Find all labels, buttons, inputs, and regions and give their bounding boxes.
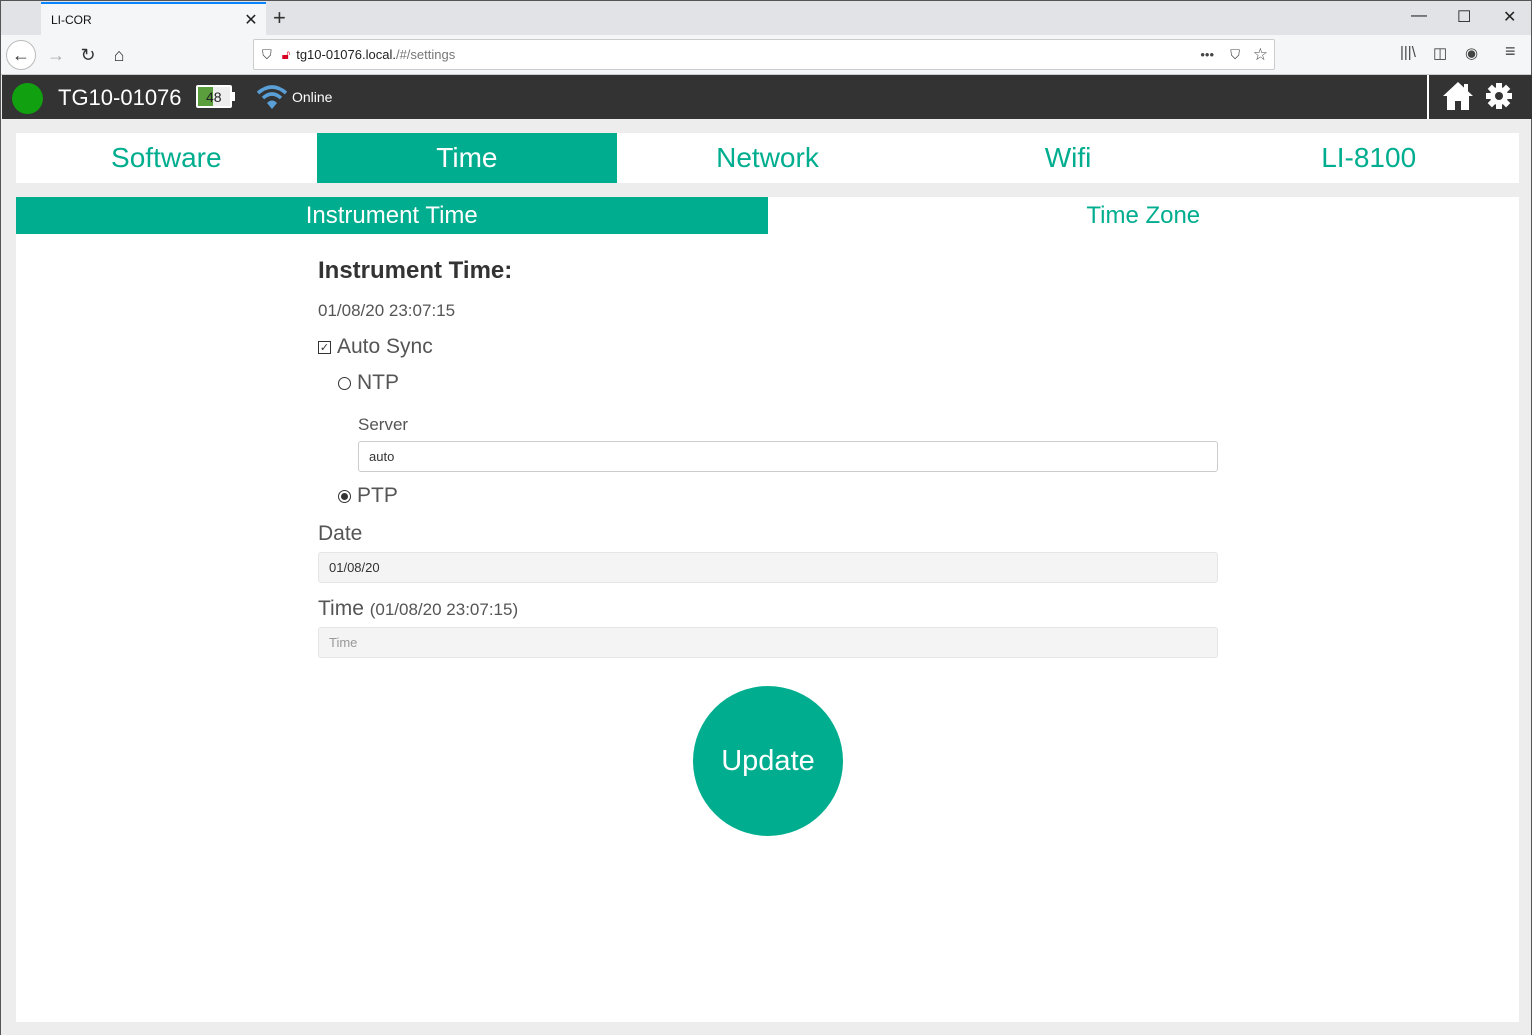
app-header: TG10-01076 48 Online <box>2 75 1532 119</box>
battery-level: 48 <box>206 89 222 105</box>
settings-gear-icon[interactable] <box>1486 83 1512 109</box>
ptp-radio[interactable]: PTP <box>338 484 1218 508</box>
device-name: TG10-01076 <box>58 85 182 110</box>
browser-tab[interactable]: LI-COR ✕ <box>41 2 266 36</box>
reload-icon[interactable]: ↻ <box>73 40 103 70</box>
tab-software[interactable]: Software <box>16 133 317 183</box>
bookmark-star-icon[interactable]: ☆ <box>1253 45 1268 65</box>
ntp-label: NTP <box>357 371 399 394</box>
server-input[interactable] <box>358 441 1218 472</box>
time-label-row: Time (01/08/20 23:07:15) <box>318 597 1218 621</box>
ptp-label: PTP <box>357 484 398 507</box>
tab-strip: LI-COR ✕ + — ☐ ✕ <box>1 0 1531 36</box>
checkbox-checked-icon[interactable]: ✓ <box>318 340 331 354</box>
tab-wifi[interactable]: Wifi <box>918 133 1219 183</box>
forward-icon[interactable]: → <box>41 40 71 70</box>
subtab-instrument-time[interactable]: Instrument Time <box>16 197 768 234</box>
section-heading: Instrument Time: <box>318 257 513 284</box>
nav-bar: ← → ↻ ⌂ ⛉ 🔓︎ tg10-01076.local./#/setting… <box>1 35 1531 75</box>
date-input[interactable] <box>318 552 1218 583</box>
battery-icon: 48 <box>196 85 235 108</box>
account-icon[interactable]: ◉ <box>1465 44 1478 62</box>
update-button[interactable]: Update <box>693 686 843 836</box>
menu-icon[interactable]: ≡ <box>1505 41 1516 62</box>
time-note: (01/08/20 23:07:15) <box>369 600 519 619</box>
close-window-icon[interactable]: ✕ <box>1503 7 1516 27</box>
tab-network[interactable]: Network <box>617 133 918 183</box>
time-input[interactable] <box>318 627 1218 658</box>
browser-tab-title: LI-COR <box>51 13 92 27</box>
radio-selected-icon[interactable] <box>338 489 351 503</box>
tab-li-8100[interactable]: LI-8100 <box>1218 133 1519 183</box>
time-panel: Instrument Time Time Zone Instrument Tim… <box>16 197 1519 1022</box>
network-status: Online <box>292 89 333 105</box>
page-actions-icon[interactable]: ••• <box>1200 47 1214 62</box>
battery-nub <box>232 92 235 101</box>
radio-unselected-icon[interactable] <box>338 376 351 390</box>
home-icon[interactable] <box>1442 81 1474 111</box>
url-path: /#/settings <box>395 47 456 62</box>
close-tab-icon[interactable]: ✕ <box>236 10 266 30</box>
auto-sync-label: Auto Sync <box>337 335 433 358</box>
server-label: Server <box>358 415 409 434</box>
insecure-lock-icon[interactable]: 🔓︎ <box>282 47 290 63</box>
minimize-icon[interactable]: — <box>1411 7 1427 25</box>
new-tab-icon[interactable]: + <box>273 5 286 31</box>
tab-time[interactable]: Time <box>316 133 618 183</box>
settings-tabs: Software Time Network Wifi LI-8100 <box>16 133 1519 183</box>
instrument-time-form: Instrument Time: 01/08/20 23:07:15 ✓ Aut… <box>318 257 1218 658</box>
header-divider <box>1427 75 1429 119</box>
current-time: 01/08/20 23:07:15 <box>318 301 456 320</box>
pocket-icon[interactable]: ⛉ <box>1230 47 1240 63</box>
back-icon[interactable]: ← <box>6 40 36 70</box>
url-bar[interactable]: ⛉ 🔓︎ tg10-01076.local./#/settings ••• ⛉ … <box>253 39 1275 70</box>
time-subtabs: Instrument Time Time Zone <box>16 197 1519 234</box>
url-host: tg10-01076.local. <box>296 47 396 62</box>
home-browser-icon[interactable]: ⌂ <box>104 40 134 70</box>
maximize-icon[interactable]: ☐ <box>1457 7 1471 27</box>
library-icon[interactable]: |||\ <box>1400 44 1416 61</box>
subtab-time-zone[interactable]: Time Zone <box>768 197 1520 234</box>
status-indicator <box>12 83 43 114</box>
sidebar-icon[interactable]: ◫ <box>1433 44 1447 62</box>
time-label: Time <box>318 597 364 620</box>
ntp-radio[interactable]: NTP <box>338 371 1218 395</box>
browser-window: LI-COR ✕ + — ☐ ✕ ← → ↻ ⌂ ⛉ 🔓︎ tg10-01076… <box>0 0 1532 1035</box>
shield-icon[interactable]: ⛉ <box>262 47 272 63</box>
auto-sync-checkbox[interactable]: ✓ Auto Sync <box>318 335 1218 359</box>
wifi-icon <box>256 85 288 109</box>
date-label: Date <box>318 522 363 545</box>
